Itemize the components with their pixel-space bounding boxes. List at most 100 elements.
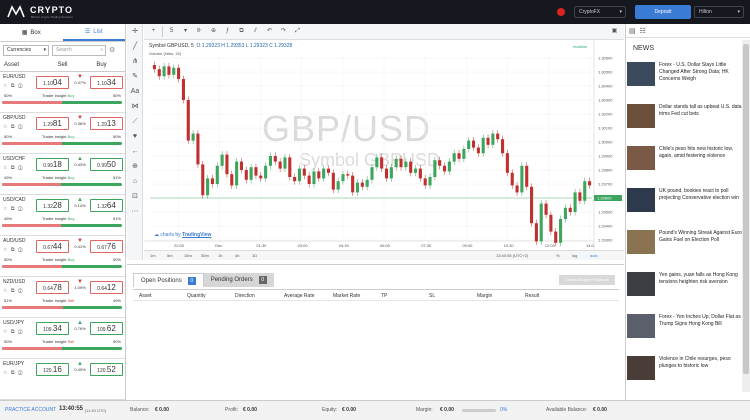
sell-price-button[interactable]: 1.1004: [36, 76, 69, 89]
star-icon[interactable]: ☆: [3, 247, 8, 253]
indicators-icon[interactable]: ƒ: [222, 26, 233, 37]
shapes-icon[interactable]: ♥: [127, 129, 143, 144]
star-icon[interactable]: ☆: [3, 206, 8, 212]
zoom-icon[interactable]: ⊕: [127, 159, 143, 174]
sell-price-button[interactable]: 0.6478: [36, 281, 69, 294]
news-item[interactable]: Dollar stands tall as upbeat U.S. data t…: [627, 104, 743, 138]
tab-pending-orders[interactable]: Pending Orders 0: [203, 273, 274, 287]
timeframe-4h[interactable]: 4h: [235, 253, 239, 258]
star-icon[interactable]: ☆: [3, 288, 8, 294]
timeframe-1m[interactable]: 1m: [150, 253, 156, 258]
news-item[interactable]: Chile's peso hits new historic low, agai…: [627, 146, 743, 180]
gear-icon[interactable]: ⚙: [109, 46, 115, 54]
info-icon[interactable]: ⓘ: [18, 329, 24, 335]
lock-icon[interactable]: ⊡: [127, 189, 143, 204]
sell-price-button[interactable]: 0.6744: [36, 240, 69, 253]
star-icon[interactable]: ☆: [3, 165, 8, 171]
news-item[interactable]: Violence in Chile resurges, peso plunges…: [627, 356, 743, 390]
star-icon[interactable]: ☆: [3, 370, 8, 376]
buy-price-button[interactable]: 1.2913: [90, 117, 123, 130]
tradingview-credit[interactable]: ☁ charts by TradingView: [154, 232, 211, 238]
tv-credit-link[interactable]: TradingView: [182, 232, 211, 238]
star-icon[interactable]: ☆: [3, 83, 8, 89]
copy-icon[interactable]: ⧉: [11, 329, 16, 335]
asset-row[interactable]: USD/CAD ☆ ⧉ ⓘ 1.3228 ▲ 0.14% 1.3264 49% Trader …: [0, 195, 125, 236]
fullscreen-icon[interactable]: ⤢: [292, 26, 303, 37]
camera-icon[interactable]: ▣: [609, 26, 620, 37]
price-chart[interactable]: GBP/USD Symbol GBPUSD 1.30600 1.30500 1.30…: [144, 40, 624, 262]
crosshair-icon[interactable]: ✛: [127, 24, 143, 39]
magnet-icon[interactable]: ⌂: [127, 174, 143, 189]
deposit-button[interactable]: Deposit: [635, 5, 691, 19]
buy-price-button[interactable]: 109.62: [90, 322, 123, 335]
info-icon[interactable]: ⓘ: [18, 83, 24, 89]
scale-auto[interactable]: auto: [590, 253, 598, 258]
fib-icon[interactable]: ⋔: [127, 54, 143, 69]
news-item[interactable]: Forex - U.S. Dollar Stays Little Changed…: [627, 62, 743, 96]
tab-open-positions[interactable]: Open Positions 0: [133, 273, 204, 287]
asset-row[interactable]: GBP/USD ☆ ⧉ ⓘ 1.2981 ▼ 0.36% 1.2913 50% Trader …: [0, 113, 125, 154]
tab-list[interactable]: ☰ List: [62, 24, 125, 41]
chevron-down-icon[interactable]: ▾: [180, 26, 191, 37]
category-select[interactable]: Currencies ▾: [3, 44, 49, 56]
news-icon[interactable]: ▤: [629, 27, 636, 37]
info-icon[interactable]: ⓘ: [18, 247, 24, 253]
copy-icon[interactable]: ⧉: [11, 288, 16, 294]
chart-type-icon[interactable]: ⫽: [250, 26, 261, 37]
copy-icon[interactable]: ⧉: [11, 370, 16, 376]
sell-price-button[interactable]: 109.34: [36, 322, 69, 335]
asset-row[interactable]: USD/JPY ☆ ⧉ ⓘ 109.34 ▲ 0.76% 109.62 50% Trader …: [0, 318, 125, 359]
asset-row[interactable]: EUR/JPY ☆ ⧉ ⓘ 120.16 ▲ 0.40% 120.52: [0, 359, 125, 400]
timeframe-15m[interactable]: 15m: [184, 253, 192, 258]
interval-select[interactable]: 5: [166, 26, 177, 37]
buy-price-button[interactable]: 0.6776: [90, 240, 123, 253]
symbol-search-icon[interactable]: +: [148, 26, 159, 37]
copy-icon[interactable]: ⧉: [11, 165, 16, 171]
info-icon[interactable]: ⓘ: [18, 165, 24, 171]
buy-price-button[interactable]: 1.3264: [90, 199, 123, 212]
redo-icon[interactable]: ↷: [278, 26, 289, 37]
buy-price-button[interactable]: 1.1034: [90, 76, 123, 89]
close-all-button[interactable]: Close all Open Positions: [559, 275, 615, 285]
info-icon[interactable]: ⓘ: [18, 124, 24, 130]
buy-price-button[interactable]: 120.52: [90, 363, 123, 376]
arrow-icon[interactable]: ←: [127, 144, 143, 159]
sell-price-button[interactable]: 1.3228: [36, 199, 69, 212]
timeframe-1D[interactable]: 1D: [252, 253, 257, 258]
news-item[interactable]: Yen gains, yuan falls as Hong Kong tensi…: [627, 272, 743, 306]
asset-row[interactable]: EUR/USD ☆ ⧉ ⓘ 1.1004 ▼ 0.37% 1.1034 50% Trader …: [0, 72, 125, 113]
copy-icon[interactable]: ⧉: [11, 206, 16, 212]
timeframe-1h[interactable]: 1h: [218, 253, 222, 258]
timeframe-30m[interactable]: 30m: [201, 253, 209, 258]
tab-box[interactable]: ▦ Box: [0, 24, 63, 41]
star-icon[interactable]: ☆: [3, 329, 8, 335]
pattern-icon[interactable]: ⋈: [127, 99, 143, 114]
scale-log[interactable]: log: [572, 253, 577, 258]
more-icon[interactable]: ⋯: [127, 204, 143, 219]
info-icon[interactable]: ⓘ: [18, 206, 24, 212]
ruler-icon[interactable]: ⟋: [127, 114, 143, 129]
text-icon[interactable]: Aa: [127, 84, 143, 99]
asset-row[interactable]: AUD/USD ☆ ⧉ ⓘ 0.6744 ▼ 0.41% 0.6776 50% Trader …: [0, 236, 125, 277]
asset-row[interactable]: USD/CHF ☆ ⧉ ⓘ 0.9918 ▲ 0.43% 0.9950 49% Trader …: [0, 154, 125, 195]
scale-percent[interactable]: %: [556, 253, 560, 258]
candlestick-plot[interactable]: 1.30600 1.30500 1.30400 1.30300 1.30200 1.301…: [144, 40, 624, 250]
templates-icon[interactable]: ⧉: [236, 26, 247, 37]
news-scrollbar[interactable]: [742, 40, 750, 392]
buy-price-button[interactable]: 0.6412: [90, 281, 123, 294]
account-selector[interactable]: CryptoFX ▾: [574, 6, 626, 18]
buy-price-button[interactable]: 0.9950: [90, 158, 123, 171]
info-icon[interactable]: ⓘ: [18, 370, 24, 376]
news-item[interactable]: UK pound, bookies react to poll projecti…: [627, 188, 743, 222]
user-menu[interactable]: Hilton ▾: [694, 6, 744, 18]
scrollbar-thumb[interactable]: [743, 44, 749, 374]
candle-type-icon[interactable]: ⊪: [194, 26, 205, 37]
sell-price-button[interactable]: 120.16: [36, 363, 69, 376]
undo-icon[interactable]: ↶: [264, 26, 275, 37]
brush-icon[interactable]: ✎: [127, 69, 143, 84]
info-icon[interactable]: ⓘ: [18, 288, 24, 294]
sell-price-button[interactable]: 1.2981: [36, 117, 69, 130]
news-item[interactable]: Pound's Winning Streak Against Euro Gain…: [627, 230, 743, 264]
asset-search-input[interactable]: Search ⌕: [52, 44, 106, 56]
compare-icon[interactable]: ⊕: [208, 26, 219, 37]
